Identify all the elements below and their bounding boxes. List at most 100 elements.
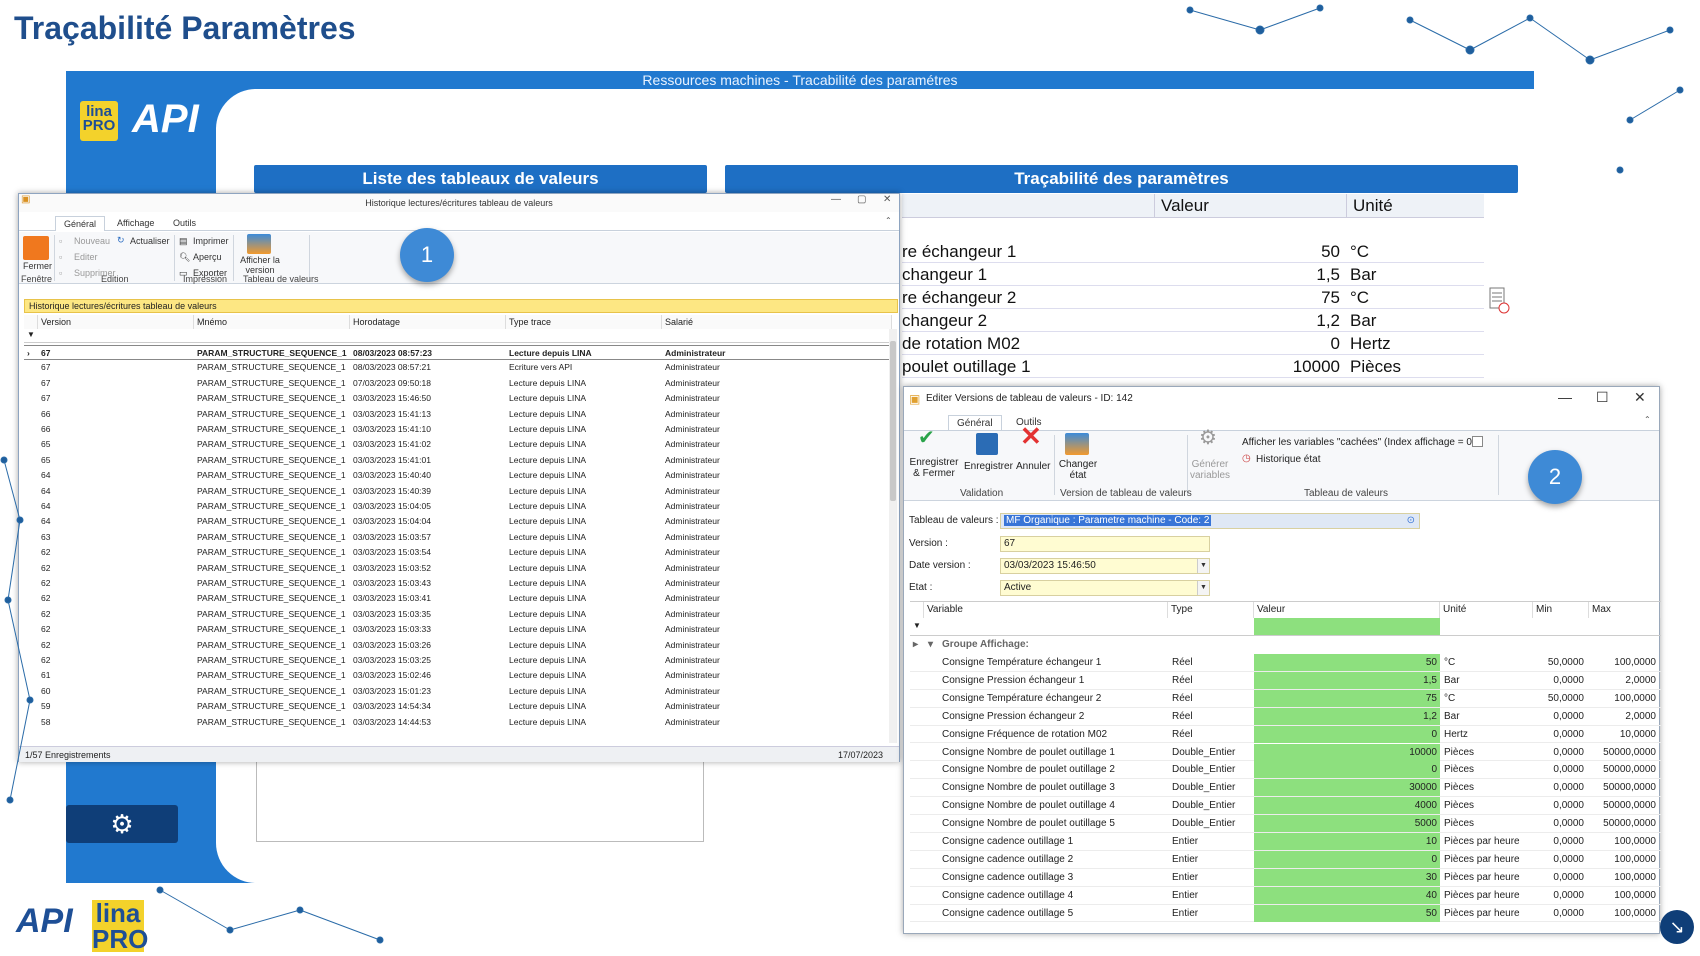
maximize-icon[interactable]: ☐ bbox=[1596, 389, 1609, 406]
next-arrow-icon[interactable]: ↘ bbox=[1660, 910, 1694, 944]
close-window-icon[interactable] bbox=[23, 236, 49, 260]
table-row[interactable]: 62 PARAM_STRUCTURE_SEQUENCE_1 03/03/2023 1… bbox=[24, 591, 892, 606]
list-tables-header[interactable]: Liste des tableaux de valeurs bbox=[254, 165, 707, 193]
table-row[interactable]: Consigne Nombre de poulet outillage 1 Dou… bbox=[910, 743, 1661, 762]
minimize-icon[interactable]: — bbox=[831, 194, 841, 205]
col-type-trace[interactable]: Type trace bbox=[506, 315, 662, 329]
date-version-input[interactable]: 03/03/2023 15:46:50 ▼ bbox=[1000, 558, 1210, 574]
fermer-button[interactable]: Fermer bbox=[23, 261, 52, 271]
cell-valeur[interactable]: 0 bbox=[1254, 725, 1440, 743]
settings-gear-icon[interactable]: ⚙ bbox=[66, 805, 178, 843]
filter-row[interactable]: ▼ bbox=[910, 618, 1661, 636]
version-input[interactable]: 67 bbox=[1000, 536, 1210, 552]
col-type[interactable]: Type bbox=[1168, 602, 1254, 618]
cell-valeur[interactable]: 40 bbox=[1254, 886, 1440, 904]
col-version[interactable]: Version bbox=[38, 315, 194, 329]
table-row[interactable]: Consigne Nombre de poulet outillage 4 Dou… bbox=[910, 797, 1661, 816]
actualiser-button[interactable]: Actualiser bbox=[130, 236, 170, 246]
tab-general[interactable]: Général bbox=[948, 415, 1002, 430]
table-row[interactable]: 67 PARAM_STRUCTURE_SEQUENCE_1 07/03/2023 0… bbox=[24, 376, 892, 391]
collapse-ribbon-icon[interactable]: ⌃ bbox=[885, 216, 892, 225]
imprimer-button[interactable]: Imprimer bbox=[193, 236, 229, 246]
col-min[interactable]: Min bbox=[1533, 602, 1589, 618]
table-row[interactable]: 62 PARAM_STRUCTURE_SEQUENCE_1 03/03/2023 1… bbox=[24, 653, 892, 668]
group-row[interactable]: ▸ ▾ Groupe Affichage: bbox=[910, 636, 1661, 654]
table-row[interactable]: Consigne Température échangeur 1 Réel 50 °C… bbox=[910, 654, 1661, 672]
tab-outils[interactable]: Outils bbox=[165, 216, 204, 231]
tab-general[interactable]: Général bbox=[55, 216, 106, 231]
table-row[interactable]: 61 PARAM_STRUCTURE_SEQUENCE_1 03/03/2023 1… bbox=[24, 668, 892, 683]
table-row[interactable]: 64 PARAM_STRUCTURE_SEQUENCE_1 03/03/2023 1… bbox=[24, 468, 892, 483]
cell-valeur[interactable]: 0 bbox=[1254, 850, 1440, 868]
scroll-thumb[interactable] bbox=[890, 341, 896, 501]
col-variable[interactable]: Variable bbox=[924, 602, 1168, 618]
tab-affichage[interactable]: Affichage bbox=[109, 216, 162, 231]
table-row[interactable]: Consigne Nombre de poulet outillage 5 Dou… bbox=[910, 815, 1661, 833]
cell-valeur[interactable]: 50 bbox=[1254, 904, 1440, 922]
table-row[interactable]: 65 PARAM_STRUCTURE_SEQUENCE_1 03/03/2023 1… bbox=[24, 437, 892, 452]
col-salarie[interactable]: Salarié bbox=[662, 315, 892, 329]
table-row[interactable]: 60 PARAM_STRUCTURE_SEQUENCE_1 03/03/2023 1… bbox=[24, 684, 892, 699]
table-row[interactable]: › 67 PARAM_STRUCTURE_SEQUENCE_1 08/03/2023 … bbox=[24, 345, 892, 361]
cell-valeur[interactable]: 5000 bbox=[1254, 815, 1440, 833]
cell-valeur[interactable]: 4000 bbox=[1254, 797, 1440, 815]
col-horodatage[interactable]: Horodatage bbox=[350, 315, 506, 329]
table-row[interactable]: 62 PARAM_STRUCTURE_SEQUENCE_1 03/03/2023 1… bbox=[24, 607, 892, 622]
historique-etat-button[interactable]: Historique état bbox=[1256, 454, 1320, 465]
table-row[interactable]: 67 PARAM_STRUCTURE_SEQUENCE_1 08/03/2023 0… bbox=[24, 360, 892, 375]
nouveau-button[interactable]: Nouveau bbox=[74, 236, 110, 246]
table-row[interactable]: 64 PARAM_STRUCTURE_SEQUENCE_1 03/03/2023 1… bbox=[24, 484, 892, 499]
chevron-down-icon[interactable]: ▼ bbox=[1197, 581, 1209, 595]
cell-valeur[interactable]: 75 bbox=[1254, 689, 1440, 707]
close-icon[interactable]: ✕ bbox=[883, 194, 891, 205]
lookup-icon[interactable]: ⊙ bbox=[1407, 514, 1415, 528]
table-row[interactable]: 66 PARAM_STRUCTURE_SEQUENCE_1 03/03/2023 1… bbox=[24, 407, 892, 422]
document-history-icon[interactable] bbox=[1488, 286, 1510, 316]
table-row[interactable]: Consigne cadence outillage 2 Entier 0 Pièce… bbox=[910, 850, 1661, 869]
annuler-button[interactable]: Annuler bbox=[1016, 461, 1050, 472]
traceability-header[interactable]: Traçabilité des paramètres bbox=[725, 165, 1518, 193]
changer-etat-button[interactable]: Changer état bbox=[1058, 459, 1098, 481]
table-row[interactable]: Consigne Température échangeur 2 Réel 75 °C… bbox=[910, 689, 1661, 708]
col-mnemo[interactable]: Mnémo bbox=[194, 315, 350, 329]
cell-valeur[interactable]: 10 bbox=[1254, 833, 1440, 850]
table-row[interactable]: 65 PARAM_STRUCTURE_SEQUENCE_1 03/03/2023 1… bbox=[24, 453, 892, 468]
generer-variables-button[interactable]: Générer variables bbox=[1188, 459, 1232, 481]
cell-valeur[interactable]: 30 bbox=[1254, 868, 1440, 886]
table-row[interactable]: 64 PARAM_STRUCTURE_SEQUENCE_1 03/03/2023 1… bbox=[24, 499, 892, 514]
table-row[interactable]: Consigne Fréquence de rotation M02 Réel 0 H… bbox=[910, 725, 1661, 744]
enregistrer-fermer-button[interactable]: Enregistrer & Fermer bbox=[908, 457, 960, 479]
afficher-cachees-checkbox[interactable] bbox=[1472, 436, 1483, 447]
cell-valeur[interactable]: 10000 bbox=[1254, 743, 1440, 761]
table-row[interactable]: Consigne cadence outillage 4 Entier 40 Pièc… bbox=[910, 886, 1661, 905]
cell-valeur[interactable]: 50 bbox=[1254, 654, 1440, 671]
table-row[interactable]: 62 PARAM_STRUCTURE_SEQUENCE_1 03/03/2023 1… bbox=[24, 561, 892, 576]
table-row[interactable]: 64 PARAM_STRUCTURE_SEQUENCE_1 03/03/2023 1… bbox=[24, 514, 892, 529]
filter-row[interactable]: ▼ bbox=[24, 329, 892, 343]
tableau-select[interactable]: MF Organique : Parametre machine - Code:… bbox=[1000, 513, 1420, 529]
cell-valeur[interactable]: 1,5 bbox=[1254, 671, 1440, 689]
table-row[interactable]: Consigne cadence outillage 5 Entier 50 Pièc… bbox=[910, 904, 1661, 923]
table-row[interactable]: Consigne Nombre de poulet outillage 3 Dou… bbox=[910, 779, 1661, 798]
maximize-icon[interactable]: ▢ bbox=[857, 194, 866, 205]
table-row[interactable]: Consigne Pression échangeur 1 Réel 1,5 Bar 0… bbox=[910, 671, 1661, 690]
col-valeur[interactable]: Valeur bbox=[1254, 602, 1440, 618]
table-row[interactable]: 66 PARAM_STRUCTURE_SEQUENCE_1 03/03/2023 1… bbox=[24, 422, 892, 437]
col-max[interactable]: Max bbox=[1589, 602, 1661, 618]
table-row[interactable]: 67 PARAM_STRUCTURE_SEQUENCE_1 03/03/2023 1… bbox=[24, 391, 892, 406]
table-row[interactable]: 62 PARAM_STRUCTURE_SEQUENCE_1 03/03/2023 1… bbox=[24, 576, 892, 591]
table-row[interactable]: 63 PARAM_STRUCTURE_SEQUENCE_1 03/03/2023 1… bbox=[24, 530, 892, 545]
table-row[interactable]: 62 PARAM_STRUCTURE_SEQUENCE_1 03/03/2023 1… bbox=[24, 545, 892, 560]
col-unite[interactable]: Unité bbox=[1440, 602, 1533, 618]
valeur-filter-cell[interactable] bbox=[1254, 618, 1440, 635]
afficher-version-button[interactable]: Afficher la version bbox=[237, 255, 283, 275]
minimize-icon[interactable]: — bbox=[1558, 389, 1572, 405]
table-row[interactable]: Consigne cadence outillage 3 Entier 30 Pièc… bbox=[910, 868, 1661, 887]
table-row[interactable]: 58 PARAM_STRUCTURE_SEQUENCE_1 03/03/2023 1… bbox=[24, 715, 892, 730]
cell-valeur[interactable]: 30000 bbox=[1254, 779, 1440, 797]
collapse-ribbon-icon[interactable]: ⌃ bbox=[1644, 415, 1651, 424]
expand-icon[interactable]: ▸ bbox=[913, 636, 918, 654]
editer-button[interactable]: Editer bbox=[74, 252, 98, 262]
table-row[interactable]: Consigne Pression échangeur 2 Réel 1,2 Bar 0… bbox=[910, 707, 1661, 726]
etat-select[interactable]: Active ▼ bbox=[1000, 580, 1210, 596]
